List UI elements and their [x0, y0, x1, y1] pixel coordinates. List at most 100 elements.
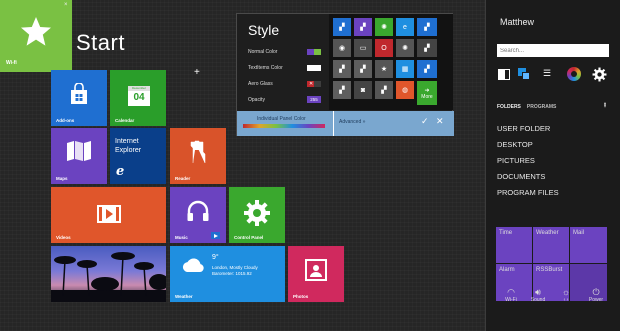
calendar-day: 04 — [133, 92, 145, 103]
shopping-bag-icon — [51, 83, 107, 105]
list-settings-icon[interactable]: ☰ — [543, 69, 551, 78]
more-label: More — [421, 93, 433, 100]
tile-internet-explorer[interactable]: Internet Explorer e — [110, 128, 166, 184]
folder-user[interactable]: USER FOLDER — [497, 124, 550, 133]
opacity-value[interactable]: 255 — [307, 96, 321, 103]
folder-desktop[interactable]: DESKTOP — [497, 140, 533, 149]
check-icon[interactable]: ✓ — [421, 116, 429, 127]
weather-details: London, Mostly Cloudy Barometer: 1015.92 — [212, 265, 258, 277]
start-side-panel: Matthew ☰ FOLDERS PROGRAMS ✎ USER FOLDER… — [485, 0, 620, 331]
tile-label: Videos — [56, 235, 71, 240]
color-wheel-icon[interactable] — [567, 67, 581, 81]
widget-time[interactable]: Time — [496, 227, 532, 263]
wifi-button[interactable]: ◠ Wi-Fi — [498, 287, 524, 303]
tile-ie-title: Internet Explorer — [115, 137, 141, 155]
speaker-icon: 🔊︎ — [535, 287, 541, 297]
folder-program-files[interactable]: PROGRAM FILES — [497, 188, 559, 197]
tile-photo-palms[interactable] — [51, 246, 166, 302]
aero-glass-toggle[interactable]: ✕ — [307, 81, 321, 87]
tile-control-panel[interactable]: Control Panel — [229, 187, 285, 243]
firefox-icon[interactable]: ◍ — [396, 81, 414, 99]
weather-barometer: Barometer: 1015.92 — [212, 271, 252, 276]
power-icon: ⏻ — [592, 287, 600, 297]
windows-flag-icon[interactable]: ▞ — [375, 81, 393, 99]
opera-icon[interactable]: O — [375, 39, 393, 57]
windows-flag-icon[interactable]: ▞ — [354, 60, 372, 78]
sound-label: Sound — [530, 297, 546, 303]
window-icon[interactable] — [498, 69, 510, 80]
more-button[interactable]: ➜ More — [417, 81, 437, 105]
tile-label: Music — [175, 235, 188, 240]
copy-icon[interactable] — [518, 68, 530, 80]
gear-icon[interactable]: ✺ — [396, 39, 414, 57]
text-color-swatch[interactable] — [307, 65, 321, 71]
widget-weather[interactable]: Weather — [533, 227, 569, 263]
windows-flag-icon[interactable]: ▞ — [333, 18, 351, 36]
computer-icon[interactable]: ▭ — [354, 39, 372, 57]
headphones-icon — [170, 200, 226, 222]
tile-calendar[interactable]: December 04 Calendar — [110, 70, 166, 126]
ie-line-2: Explorer — [115, 147, 142, 154]
calendar-icon: December 04 — [128, 86, 150, 106]
tile-music[interactable]: Music — [170, 187, 226, 243]
windows-flag-icon[interactable]: ▞ — [417, 39, 437, 57]
ie-icon[interactable]: e — [396, 18, 414, 36]
star-icon — [21, 17, 51, 46]
tile-reader[interactable]: Reader — [170, 128, 226, 184]
map-icon — [51, 140, 107, 162]
tile-add-ons[interactable]: Add-ons — [51, 70, 107, 126]
pinned-wifi-tile[interactable]: × Wi-fi — [0, 0, 72, 72]
tile-label: Add-ons — [56, 118, 75, 123]
star-icon[interactable]: ★ — [375, 60, 393, 78]
style-dialog: Style Normal Color TextItems Color Aero … — [236, 13, 454, 136]
text-items-color-label: TextItems Color — [248, 65, 283, 71]
tile-weather[interactable]: 9° London, Mostly Cloudy Barometer: 1015… — [170, 246, 285, 302]
settings-gear-icon[interactable] — [592, 67, 607, 82]
widget-mail[interactable]: Mail — [570, 227, 607, 263]
windows-flag-icon[interactable]: ▞ — [333, 81, 351, 99]
ie-line-1: Internet — [115, 138, 139, 145]
advanced-button[interactable]: Advanced » — [339, 119, 365, 125]
brightness-button[interactable]: ☼ ‹ › — [553, 287, 579, 303]
tab-programs[interactable]: PROGRAMS — [527, 104, 556, 110]
individual-panel-color-label: Individual Panel Color — [257, 116, 306, 122]
chrome-icon[interactable]: ◉ — [333, 39, 351, 57]
wifi-label: Wi-Fi — [505, 297, 517, 303]
normal-color-swatch[interactable] — [307, 49, 321, 55]
power-button[interactable]: ⏻ Power — [583, 287, 609, 303]
username[interactable]: Matthew — [500, 17, 534, 27]
gear-icon[interactable]: ✺ — [375, 18, 393, 36]
tab-folders[interactable]: FOLDERS — [497, 104, 521, 110]
tile-photos[interactable]: Photos — [288, 246, 344, 302]
pin-icon[interactable]: ✎ — [600, 101, 609, 110]
panel-tabs: FOLDERS PROGRAMS — [497, 104, 556, 110]
palm-trees-image — [51, 252, 166, 302]
folder-pictures[interactable]: PICTURES — [497, 156, 535, 165]
style-options-panel: Style Normal Color TextItems Color Aero … — [237, 14, 329, 110]
play-icon[interactable] — [211, 232, 220, 239]
windows-flag-icon[interactable]: ▞ — [354, 18, 372, 36]
tile-maps[interactable]: Maps — [51, 128, 107, 184]
close-icon[interactable]: ✕ — [436, 116, 444, 127]
windows-flag-icon[interactable]: ▞ — [417, 18, 437, 36]
tile-label: Control Panel — [234, 235, 264, 240]
brightness-icon: ☼ — [561, 287, 571, 297]
arrow-right-icon: ➜ — [424, 87, 430, 94]
windows-tiles-icon[interactable]: ▦ — [396, 60, 414, 78]
sound-button[interactable]: 🔊︎ Sound — [525, 287, 551, 303]
color-spectrum-slider[interactable] — [243, 124, 325, 128]
windows-flag-icon[interactable]: ▞ — [333, 60, 351, 78]
camera-icon[interactable]: ◙ — [354, 81, 372, 99]
picture-icon — [288, 259, 344, 281]
folder-documents[interactable]: DOCUMENTS — [497, 172, 545, 181]
tile-videos[interactable]: Videos — [51, 187, 166, 243]
opacity-label: Opacity — [248, 97, 265, 103]
search-input[interactable] — [497, 44, 609, 57]
close-icon[interactable]: × — [64, 2, 68, 8]
add-tile-icon[interactable]: + — [194, 67, 200, 78]
brightness-arrows[interactable]: ‹ › — [553, 297, 579, 303]
style-dialog-footer: Individual Panel Color Advanced » ✓ ✕ — [237, 111, 454, 136]
windows-flag-icon[interactable]: ▞ — [417, 60, 437, 78]
power-label: Power — [588, 297, 604, 303]
divider — [333, 111, 334, 136]
